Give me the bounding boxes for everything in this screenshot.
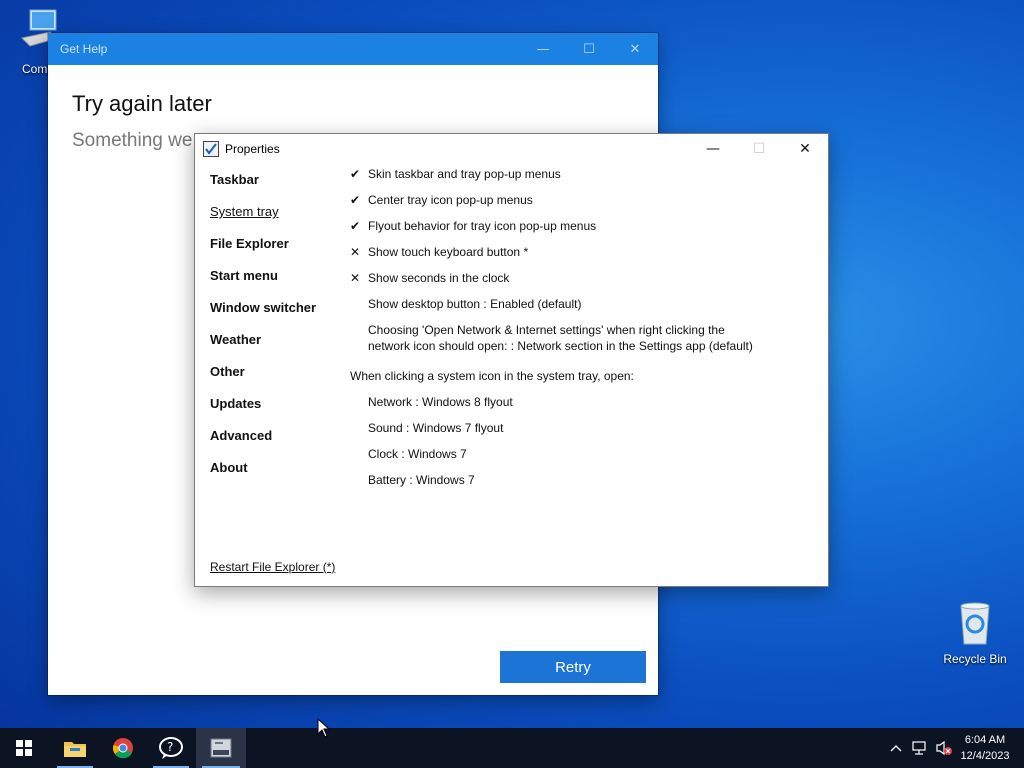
maximize-button[interactable]: ☐ xyxy=(736,134,782,164)
section-label-row: When clicking a system icon in the syste… xyxy=(350,368,810,394)
setting-row[interactable]: Battery : Windows 7 xyxy=(350,472,810,498)
get-help-icon: ? xyxy=(159,737,183,759)
setting-row[interactable]: ✔ Center tray icon pop-up menus xyxy=(350,192,810,218)
checkmark-icon: ✔ xyxy=(350,219,361,233)
page-title: Try again later xyxy=(72,91,212,116)
settings-content: ✔ Skin taskbar and tray pop-up menus ✔ C… xyxy=(350,166,810,498)
mouse-cursor-icon xyxy=(317,718,331,738)
nav-item-advanced[interactable]: Advanced xyxy=(210,422,316,454)
retry-button[interactable]: Retry xyxy=(500,651,646,683)
setting-row[interactable]: Clock : Windows 7 xyxy=(350,446,810,472)
close-button[interactable]: ✕ xyxy=(612,33,658,65)
setting-row[interactable]: ✕ Show touch keyboard button * xyxy=(350,244,810,270)
cross-icon: ✕ xyxy=(350,245,361,259)
get-help-titlebar[interactable]: Get Help — ☐ ✕ xyxy=(48,33,658,65)
setting-label: Show touch keyboard button * xyxy=(368,245,529,259)
nav-item-window-switcher[interactable]: Window switcher xyxy=(210,294,316,326)
taskbar-get-help[interactable]: ? xyxy=(147,728,195,768)
nav-item-other[interactable]: Other xyxy=(210,358,316,390)
settings-nav: Taskbar System tray File Explorer Start … xyxy=(210,166,316,486)
cross-icon: ✕ xyxy=(350,271,361,285)
desktop-icon-label: Recycle Bin xyxy=(943,652,1007,666)
clock-date: 12/4/2023 xyxy=(960,750,1010,762)
checkmark-icon: ✔ xyxy=(350,193,361,207)
setting-label: Network : Windows 8 flyout xyxy=(368,395,513,409)
restart-file-explorer-link[interactable]: Restart File Explorer (*) xyxy=(210,560,335,574)
volume-muted-icon[interactable] xyxy=(932,728,956,768)
svg-text:?: ? xyxy=(167,740,173,754)
clock-time: 6:04 AM xyxy=(964,734,1006,746)
nav-item-about[interactable]: About xyxy=(210,454,316,486)
nav-item-system-tray[interactable]: System tray xyxy=(210,198,316,230)
properties-titlebar[interactable]: Properties — ☐ ✕ xyxy=(195,134,828,164)
setting-row[interactable]: Network : Windows 8 flyout xyxy=(350,394,810,420)
nav-item-start-menu[interactable]: Start menu xyxy=(210,262,316,294)
close-button[interactable]: ✕ xyxy=(782,134,828,164)
setting-label: Battery : Windows 7 xyxy=(368,473,475,487)
start-button[interactable] xyxy=(0,728,48,768)
checkmark-icon: ✔ xyxy=(350,167,361,181)
setting-label: Skin taskbar and tray pop-up menus xyxy=(368,167,561,181)
properties-app-icon xyxy=(203,141,219,157)
setting-label: Show desktop button : Enabled (default) xyxy=(368,297,582,311)
setting-row[interactable]: Sound : Windows 7 flyout xyxy=(350,420,810,446)
taskbar-properties[interactable] xyxy=(196,728,246,768)
minimize-button[interactable]: — xyxy=(690,134,736,164)
setting-row[interactable]: ✔ Flyout behavior for tray icon pop-up m… xyxy=(350,218,810,244)
desktop-icon-recycle-bin[interactable]: Recycle Bin xyxy=(939,602,1011,666)
clock[interactable]: 6:04 AM 12/4/2023 xyxy=(956,732,1014,764)
error-message: Something we xyxy=(72,130,193,151)
network-icon[interactable] xyxy=(908,728,932,768)
taskbar-chrome[interactable] xyxy=(99,728,147,768)
taskbar: ? 6:04 AM 12/4/2023 xyxy=(0,728,1024,768)
setting-label: Clock : Windows 7 xyxy=(368,447,467,461)
taskbar-file-explorer[interactable] xyxy=(51,728,99,768)
chrome-icon xyxy=(113,738,133,759)
setting-label: Choosing 'Open Network & Internet settin… xyxy=(368,323,753,353)
nav-item-file-explorer[interactable]: File Explorer xyxy=(210,230,316,262)
recycle-bin-icon xyxy=(939,602,1011,649)
file-explorer-icon xyxy=(64,742,86,757)
nav-item-taskbar[interactable]: Taskbar xyxy=(210,166,316,198)
nav-item-updates[interactable]: Updates xyxy=(210,390,316,422)
system-tray: 6:04 AM 12/4/2023 xyxy=(884,728,1024,768)
section-label: When clicking a system icon in the syste… xyxy=(350,369,634,383)
setting-label: Center tray icon pop-up menus xyxy=(368,193,533,207)
window-title: Properties xyxy=(225,142,280,156)
start-icon xyxy=(16,740,32,756)
properties-window: Properties — ☐ ✕ Taskbar System tray Fil… xyxy=(194,133,829,587)
setting-row[interactable]: Show desktop button : Enabled (default) xyxy=(350,296,810,322)
chevron-up-icon[interactable] xyxy=(884,728,908,768)
setting-row[interactable]: Choosing 'Open Network & Internet settin… xyxy=(350,322,810,368)
setting-label: Sound : Windows 7 flyout xyxy=(368,421,504,435)
properties-app-icon xyxy=(210,738,232,758)
maximize-button[interactable]: ☐ xyxy=(566,33,612,65)
minimize-button[interactable]: — xyxy=(520,33,566,65)
setting-row[interactable]: ✕ Show seconds in the clock xyxy=(350,270,810,296)
setting-label: Flyout behavior for tray icon pop-up men… xyxy=(368,219,597,233)
setting-row[interactable]: ✔ Skin taskbar and tray pop-up menus xyxy=(350,166,810,192)
nav-item-weather[interactable]: Weather xyxy=(210,326,316,358)
window-title: Get Help xyxy=(60,42,108,56)
setting-label: Show seconds in the clock xyxy=(368,271,510,285)
